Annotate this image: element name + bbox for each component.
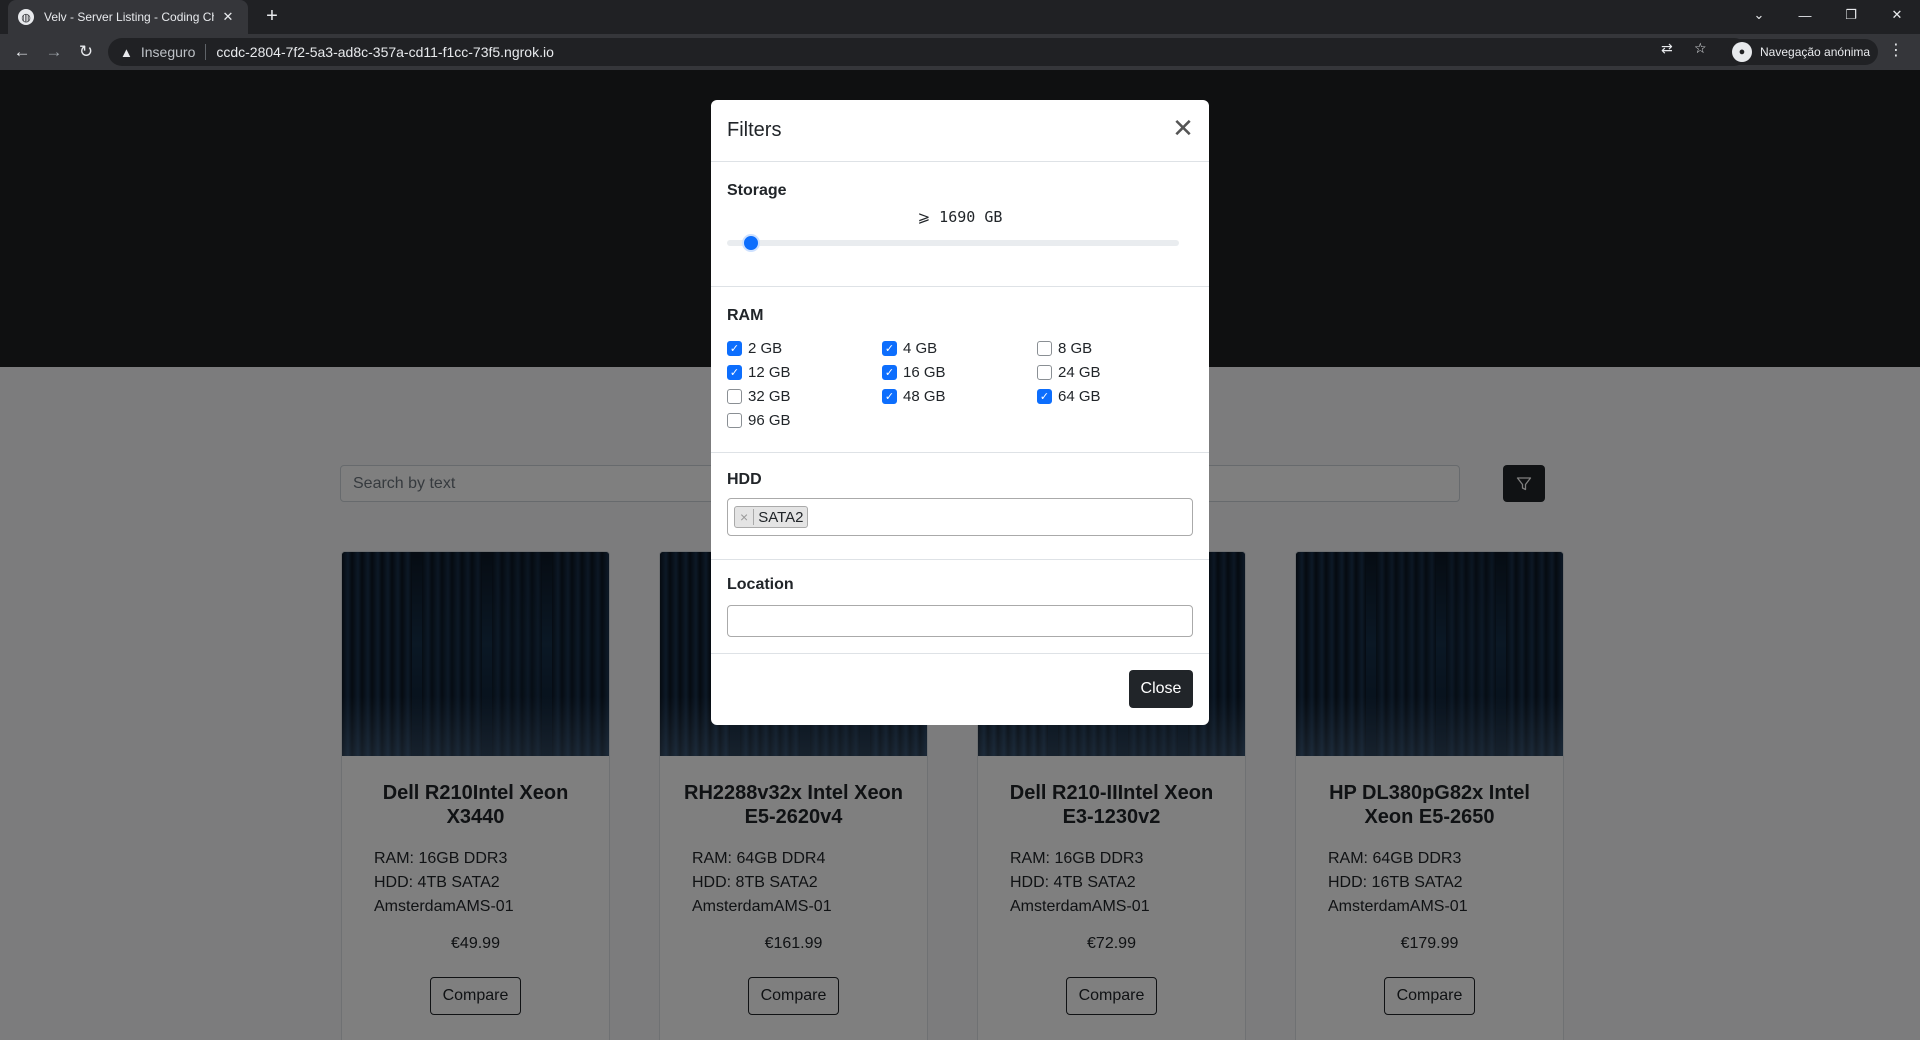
address-separator: [205, 44, 207, 60]
forward-arrow-icon[interactable]: →: [42, 40, 66, 64]
minimize-icon[interactable]: —: [1782, 0, 1828, 30]
checkbox-checked-icon[interactable]: ✓: [727, 364, 742, 380]
incognito-icon: ●: [1732, 42, 1752, 62]
checkbox-checked-icon[interactable]: ✓: [882, 364, 897, 380]
ram-option[interactable]: 32 GB: [727, 387, 882, 405]
insecure-label[interactable]: Inseguro: [141, 44, 195, 60]
modal-header: Filters ✕: [711, 100, 1209, 162]
new-tab-button[interactable]: +: [262, 6, 282, 26]
location-input[interactable]: [727, 605, 1193, 637]
ram-option[interactable]: ✓ 64 GB: [1037, 387, 1187, 405]
window-close-icon[interactable]: ✕: [1874, 0, 1920, 30]
storage-label: Storage: [727, 182, 787, 199]
storage-value: ⩾ 1690 GB: [917, 208, 1003, 226]
checkbox-icon[interactable]: [1037, 340, 1052, 356]
ram-option[interactable]: ✓ 12 GB: [727, 363, 882, 381]
checkbox-icon[interactable]: [727, 388, 742, 404]
close-icon[interactable]: ✕: [1169, 113, 1197, 143]
ram-option[interactable]: 8 GB: [1037, 339, 1187, 357]
hdd-multiselect[interactable]: × SATA2: [727, 498, 1193, 536]
storage-slider-track[interactable]: [727, 240, 1179, 246]
storage-slider-thumb[interactable]: [742, 234, 761, 252]
checkbox-checked-icon[interactable]: ✓: [882, 388, 897, 404]
ram-option-label: 4 GB: [903, 339, 938, 357]
ram-option[interactable]: ✓ 2 GB: [727, 339, 882, 357]
ram-option-label: 64 GB: [1058, 387, 1101, 405]
browser-toolbar: ← → ↻ ▲ Inseguro ccdc-2804-7f2-5a3-ad8c-…: [0, 34, 1920, 70]
url-text[interactable]: ccdc-2804-7f2-5a3-ad8c-357a-cd11-f1cc-73…: [216, 44, 554, 60]
ram-option[interactable]: ✓ 48 GB: [882, 387, 1037, 405]
location-section: Location: [711, 560, 1209, 654]
ram-option[interactable]: ✓ 16 GB: [882, 363, 1037, 381]
restore-icon[interactable]: ❐: [1828, 0, 1874, 30]
checkbox-checked-icon[interactable]: ✓: [727, 340, 742, 356]
hdd-chip-label: SATA2: [758, 508, 804, 526]
ram-options: ✓ 2 GB ✓ 4 GB 8 GB ✓ 12 GB ✓ 16 GB 24 GB 32 GB ✓ 48 …: [727, 339, 1187, 429]
ram-option-label: 16 GB: [903, 363, 946, 381]
bookmark-star-icon[interactable]: ☆: [1694, 40, 1707, 57]
hdd-chip: × SATA2: [734, 506, 809, 528]
modal-title: Filters: [727, 119, 782, 141]
ram-option-label: 48 GB: [903, 387, 946, 405]
filters-modal: Filters ✕ Storage ⩾ 1690 GB RAM ✓ 2 GB ✓ 4 …: [711, 100, 1209, 725]
ram-option[interactable]: ✓ 4 GB: [882, 339, 1037, 357]
back-arrow-icon[interactable]: ←: [10, 40, 34, 64]
ram-option-label: 96 GB: [748, 411, 791, 429]
checkbox-checked-icon[interactable]: ✓: [882, 340, 897, 356]
close-button[interactable]: Close: [1129, 670, 1193, 708]
tab-title: Velv - Server Listing - Coding Ch: [44, 10, 214, 24]
storage-section: Storage ⩾ 1690 GB: [711, 162, 1209, 287]
hdd-section: HDD × SATA2: [711, 453, 1209, 560]
checkbox-icon[interactable]: [1037, 364, 1052, 380]
checkbox-icon[interactable]: [727, 412, 742, 428]
ram-option[interactable]: 96 GB: [727, 411, 882, 429]
ram-label: RAM: [727, 307, 764, 324]
browser-tab[interactable]: ◍ Velv - Server Listing - Coding Ch ✕: [8, 0, 248, 34]
globe-icon: ◍: [18, 9, 34, 25]
incognito-label: Navegação anónima: [1760, 45, 1871, 59]
location-label: Location: [727, 576, 794, 593]
ram-option-label: 32 GB: [748, 387, 791, 405]
ram-option[interactable]: 24 GB: [1037, 363, 1187, 381]
browser-menu-icon[interactable]: ⋮: [1888, 40, 1904, 60]
hdd-label: HDD: [727, 471, 762, 488]
translate-icon[interactable]: ⇄: [1661, 40, 1673, 57]
ram-option-label: 12 GB: [748, 363, 791, 381]
ram-option-label: 8 GB: [1058, 339, 1093, 357]
browser-tab-strip: ◍ Velv - Server Listing - Coding Ch ✕ + …: [0, 0, 1920, 34]
ram-section: RAM ✓ 2 GB ✓ 4 GB 8 GB ✓ 12 GB ✓ 16 GB 24 GB 32 GB…: [711, 287, 1209, 453]
checkbox-checked-icon[interactable]: ✓: [1037, 388, 1052, 404]
ram-option-label: 2 GB: [748, 339, 783, 357]
ram-option-label: 24 GB: [1058, 363, 1101, 381]
modal-footer: Close: [711, 654, 1209, 725]
chip-remove-icon[interactable]: ×: [735, 509, 755, 525]
incognito-profile[interactable]: ● Navegação anónima: [1728, 39, 1879, 65]
address-bar[interactable]: ▲ Inseguro ccdc-2804-7f2-5a3-ad8c-357a-c…: [108, 38, 1748, 66]
warning-icon: ▲: [120, 44, 133, 60]
reload-icon[interactable]: ↻: [74, 40, 98, 64]
tab-search-chevron-icon[interactable]: ⌄: [1736, 0, 1782, 30]
tab-close-icon[interactable]: ✕: [220, 9, 236, 25]
